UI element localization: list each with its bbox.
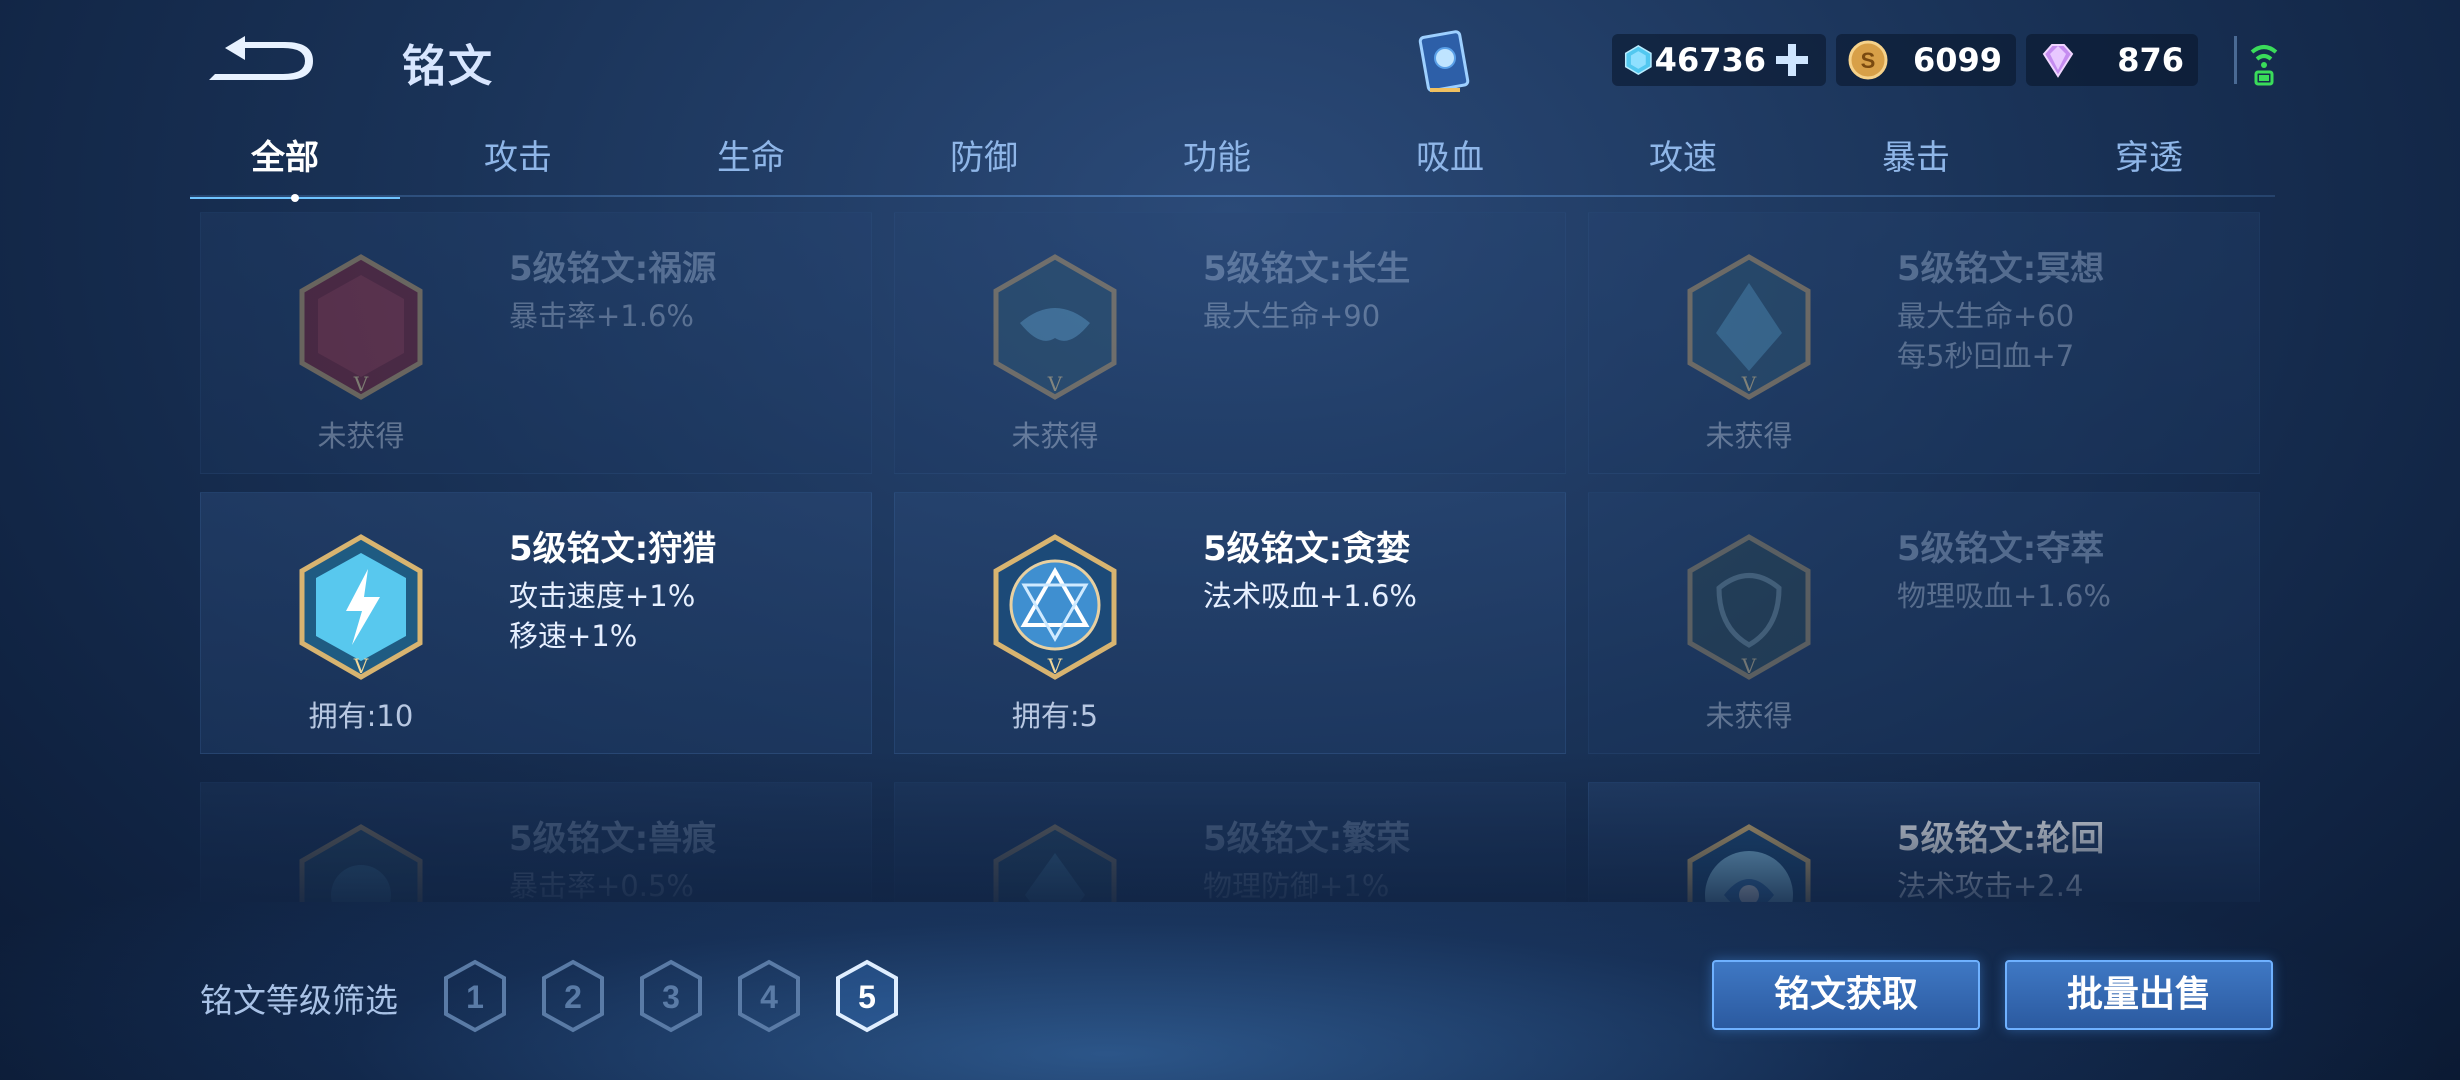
tab-attack-speed[interactable]: 攻速 [1583,130,1783,179]
diamond-resource: 876 [2026,34,2198,86]
hexagon-icon: 1 [444,959,506,1033]
tab-penetration[interactable]: 穿透 [2049,130,2249,179]
diamond-icon [2042,44,2074,78]
inscription-emblem-icon [1687,824,1811,902]
active-tab-indicator [190,188,400,202]
inscription-stat: 每5秒回血+7 [1897,339,2075,373]
tab-all[interactable]: 全部 [185,130,385,179]
inscription-card[interactable]: V 5级铭文:冥想 最大生命+60 每5秒回血+7 未获得 [1588,212,2260,474]
inscription-emblem-icon: V [1687,534,1811,680]
inscription-status: 拥有:5 [1011,699,1099,733]
inscription-book-icon[interactable] [1410,28,1480,100]
inscription-status: 拥有:10 [308,699,414,733]
tab-crit[interactable]: 暴击 [1816,130,2016,179]
hexagon-icon: 4 [738,959,800,1033]
inscription-name: 5级铭文:贪婪 [1203,529,1411,569]
inscription-card[interactable]: 5级铭文:兽痕 暴击率+0.5% [200,782,872,902]
level-filter-3[interactable]: 3 [636,958,706,1034]
level-filter-4[interactable]: 4 [734,958,804,1034]
inscription-emblem-icon: V [1687,254,1811,400]
level-filter-1[interactable]: 1 [440,958,510,1034]
inscription-status: 未获得 [317,419,405,453]
coin-count: 6099 [1912,41,2002,79]
inscription-stat: 最大生命+60 [1897,299,2075,333]
svg-text:S: S [1861,48,1876,73]
inscription-status: 未获得 [1705,699,1793,733]
network-signal-icon [2232,32,2292,88]
obtain-inscription-button[interactable]: 铭文获取 [1712,960,1980,1030]
inscription-stat: 法术吸血+1.6% [1203,579,1417,613]
back-button[interactable] [205,28,315,88]
diamond-count: 876 [2117,41,2184,79]
tab-lifesteal[interactable]: 吸血 [1350,130,1550,179]
inscription-card[interactable]: V 5级铭文:长生 最大生命+90 未获得 [894,212,1566,474]
hexagon-icon: 3 [640,959,702,1033]
hexagon-icon: 2 [542,959,604,1033]
page-title: 铭文 [402,41,494,92]
plus-icon [1776,44,1808,76]
tab-divider [190,195,2275,197]
inscription-emblem-icon: V [299,534,423,680]
inscription-name: 5级铭文:夺萃 [1897,529,2105,569]
inscription-status: 未获得 [1705,419,1793,453]
inscription-stat: 移速+1% [509,619,638,653]
inscription-name: 5级铭文:轮回 [1897,819,2105,859]
inscription-stat: 物理吸血+1.6% [1897,579,2111,613]
coin-resource: S 6099 [1836,34,2016,86]
inscription-emblem-icon: V [299,254,423,400]
inscription-status: 未获得 [1011,419,1099,453]
inscription-card[interactable]: V 5级铭文:夺萃 物理吸血+1.6% 未获得 [1588,492,2260,754]
svg-text:V: V [1047,372,1063,396]
add-crystal-button[interactable] [1772,40,1812,80]
tab-health[interactable]: 生命 [651,130,851,179]
inscription-name: 5级铭文:祸源 [509,249,717,289]
inscription-stat: 暴击率+1.6% [509,299,694,333]
inscription-emblem-icon [993,824,1117,902]
gold-coin-icon: S [1848,40,1888,80]
inscription-emblem-icon [299,824,423,902]
level-filter-label: 铭文等级筛选 [200,981,398,1020]
svg-text:V: V [1047,654,1063,678]
svg-text:V: V [353,654,369,678]
inscription-stat: 法术攻击+2.4 [1897,869,2084,902]
svg-text:2: 2 [564,979,582,1015]
inscription-name: 5级铭文:冥想 [1897,249,2105,289]
inscription-card[interactable]: V 5级铭文:贪婪 法术吸血+1.6% 拥有:5 [894,492,1566,754]
category-tabs: 全部 攻击 生命 防御 功能 吸血 攻速 暴击 穿透 [185,130,2275,192]
svg-text:4: 4 [760,979,778,1015]
inscription-card[interactable]: 5级铭文:繁荣 物理防御+1% [894,782,1566,902]
svg-text:V: V [1741,654,1757,678]
inscription-name: 5级铭文:长生 [1203,249,1411,289]
tab-attack[interactable]: 攻击 [418,130,618,179]
svg-text:5: 5 [858,979,876,1015]
inscription-name: 5级铭文:狩猎 [509,529,717,569]
inscription-emblem-icon: V [993,534,1117,680]
hexagon-icon: 5 [836,959,898,1033]
inscription-stat: 攻击速度+1% [509,579,696,613]
inscription-emblem-icon: V [993,254,1117,400]
inscription-grid: V 5级铭文:祸源 暴击率+1.6% 未获得 V 5级铭文:长生 最大生命+90… [200,212,2260,902]
svg-text:1: 1 [466,979,484,1015]
inscription-stat: 最大生命+90 [1203,299,1381,333]
crystal-icon [1624,45,1652,75]
svg-text:3: 3 [662,979,680,1015]
inscription-card[interactable]: 5级铭文:轮回 法术攻击+2.4 [1588,782,2260,902]
inscription-stat: 物理防御+1% [1203,869,1390,902]
bulk-sell-button[interactable]: 批量出售 [2005,960,2273,1030]
level-filter-2[interactable]: 2 [538,958,608,1034]
back-arrow-icon [209,36,313,80]
inscription-name: 5级铭文:繁荣 [1203,819,1411,859]
inscription-card[interactable]: V 5级铭文:狩猎 攻击速度+1% 移速+1% 拥有:10 [200,492,872,754]
crystal-count: 46736 [1654,41,1766,79]
level-filter-5[interactable]: 5 [832,958,902,1034]
inscription-name: 5级铭文:兽痕 [509,819,717,859]
svg-text:V: V [353,372,369,396]
inscription-card[interactable]: V 5级铭文:祸源 暴击率+1.6% 未获得 [200,212,872,474]
tab-utility[interactable]: 功能 [1117,130,1317,179]
tab-defense[interactable]: 防御 [884,130,1084,179]
inscription-stat: 暴击率+0.5% [509,869,694,902]
svg-text:V: V [1741,372,1757,396]
